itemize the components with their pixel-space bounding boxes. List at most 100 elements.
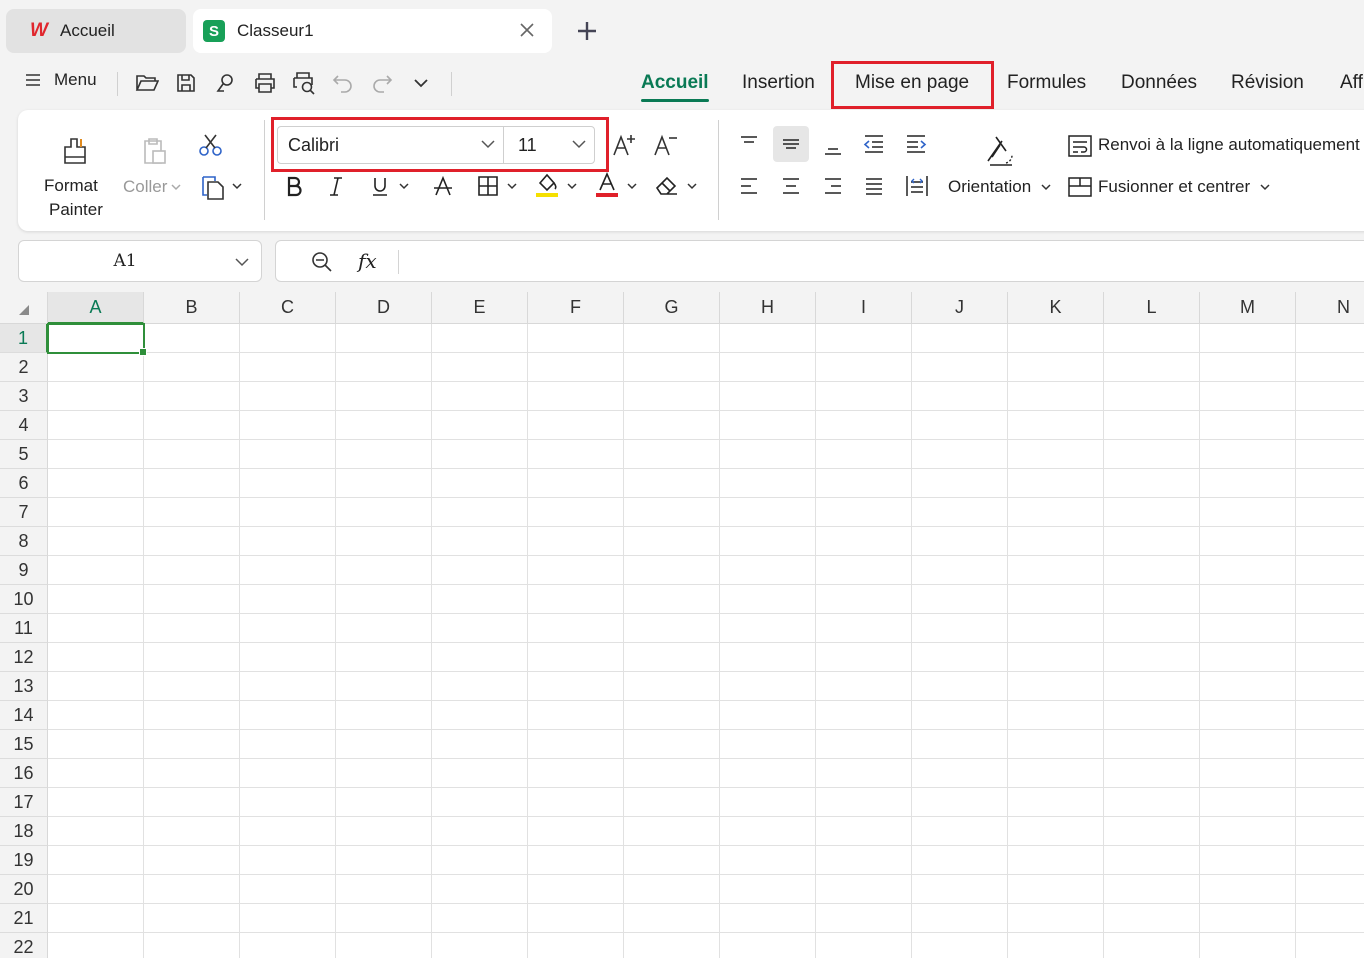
- borders-button[interactable]: [474, 172, 502, 200]
- tab-document[interactable]: S Classeur1: [193, 9, 552, 53]
- column-header-n[interactable]: N: [1296, 292, 1364, 324]
- column-header-m[interactable]: M: [1200, 292, 1296, 324]
- increase-font-button[interactable]: [609, 130, 639, 160]
- row-header-22[interactable]: 22: [0, 933, 48, 958]
- column-header-i[interactable]: I: [816, 292, 912, 324]
- wrap-text-label[interactable]: Renvoi à la ligne automatiquement: [1098, 135, 1360, 155]
- row-header-20[interactable]: 20: [0, 875, 48, 904]
- row-header-18[interactable]: 18: [0, 817, 48, 846]
- orientation-label[interactable]: Orientation: [948, 177, 1031, 197]
- menu-button[interactable]: Menu: [26, 70, 97, 90]
- print-preview-button[interactable]: [291, 70, 317, 96]
- customize-toolbar-button[interactable]: [408, 70, 434, 96]
- tab-formules[interactable]: Formules: [1007, 72, 1086, 94]
- chevron-down-icon[interactable]: [1260, 183, 1270, 191]
- tab-accueil[interactable]: Accueil: [641, 72, 709, 102]
- italic-button[interactable]: [323, 172, 349, 200]
- clear-button[interactable]: [653, 172, 681, 200]
- merge-center-button[interactable]: [1066, 173, 1094, 201]
- row-header-8[interactable]: 8: [0, 527, 48, 556]
- cut-button[interactable]: [196, 130, 226, 160]
- name-box[interactable]: A1: [18, 240, 262, 282]
- column-header-a[interactable]: A: [48, 292, 144, 324]
- row-header-3[interactable]: 3: [0, 382, 48, 411]
- export-button[interactable]: [212, 70, 238, 96]
- chevron-down-icon[interactable]: [687, 182, 697, 190]
- column-header-f[interactable]: F: [528, 292, 624, 324]
- chevron-down-icon[interactable]: [567, 182, 577, 190]
- merge-center-label[interactable]: Fusionner et centrer: [1098, 177, 1250, 197]
- row-header-1[interactable]: 1: [0, 324, 48, 353]
- row-header-15[interactable]: 15: [0, 730, 48, 759]
- row-header-10[interactable]: 10: [0, 585, 48, 614]
- row-header-21[interactable]: 21: [0, 904, 48, 933]
- cell-area[interactable]: [48, 324, 1364, 958]
- column-header-k[interactable]: K: [1008, 292, 1104, 324]
- row-header-6[interactable]: 6: [0, 469, 48, 498]
- row-header-9[interactable]: 9: [0, 556, 48, 585]
- align-left-button[interactable]: [735, 172, 763, 200]
- column-header-h[interactable]: H: [720, 292, 816, 324]
- column-header-l[interactable]: L: [1104, 292, 1200, 324]
- column-header-e[interactable]: E: [432, 292, 528, 324]
- paste-button[interactable]: [136, 134, 170, 168]
- redo-button[interactable]: [369, 70, 395, 96]
- chevron-down-icon[interactable]: [235, 257, 249, 267]
- chevron-down-icon[interactable]: [399, 182, 409, 190]
- tab-home[interactable]: W Accueil: [6, 9, 186, 53]
- column-header-g[interactable]: G: [624, 292, 720, 324]
- row-header-19[interactable]: 19: [0, 846, 48, 875]
- row-header-14[interactable]: 14: [0, 701, 48, 730]
- underline-button[interactable]: [367, 172, 393, 200]
- copy-button[interactable]: [198, 172, 228, 202]
- strikethrough-button[interactable]: [430, 172, 456, 200]
- bold-button[interactable]: [281, 172, 307, 200]
- chevron-down-icon[interactable]: [627, 182, 637, 190]
- undo-button[interactable]: [330, 70, 356, 96]
- wrap-text-button[interactable]: [1066, 132, 1094, 160]
- chevron-down-icon[interactable]: [232, 182, 242, 190]
- row-header-7[interactable]: 7: [0, 498, 48, 527]
- align-right-button[interactable]: [819, 172, 847, 200]
- row-header-11[interactable]: 11: [0, 614, 48, 643]
- save-button[interactable]: [173, 70, 199, 96]
- column-header-c[interactable]: C: [240, 292, 336, 324]
- distributed-button[interactable]: [902, 172, 932, 200]
- fx-icon[interactable]: fx: [358, 249, 377, 273]
- tab-donnees[interactable]: Données: [1121, 72, 1197, 94]
- open-button[interactable]: [134, 70, 160, 96]
- column-header-j[interactable]: J: [912, 292, 1008, 324]
- decrease-indent-button[interactable]: [860, 130, 888, 158]
- column-header-b[interactable]: B: [144, 292, 240, 324]
- chevron-down-icon[interactable]: [171, 183, 181, 191]
- fill-color-button[interactable]: [533, 170, 561, 200]
- format-painter-button[interactable]: [58, 134, 92, 168]
- select-all-corner[interactable]: [0, 292, 48, 324]
- active-cell[interactable]: [47, 323, 147, 356]
- decrease-font-button[interactable]: [650, 130, 680, 160]
- column-header-d[interactable]: D: [336, 292, 432, 324]
- tab-affichage[interactable]: Aff: [1340, 72, 1363, 94]
- print-button[interactable]: [252, 70, 278, 96]
- row-header-13[interactable]: 13: [0, 672, 48, 701]
- increase-indent-button[interactable]: [902, 130, 930, 158]
- align-bottom-button[interactable]: [819, 132, 847, 160]
- chevron-down-icon[interactable]: [507, 182, 517, 190]
- chevron-down-icon[interactable]: [1041, 183, 1051, 191]
- tab-revision[interactable]: Révision: [1231, 72, 1304, 94]
- zoom-icon[interactable]: [310, 250, 334, 274]
- align-middle-button[interactable]: [777, 130, 805, 158]
- row-header-12[interactable]: 12: [0, 643, 48, 672]
- close-icon[interactable]: [516, 19, 538, 41]
- row-header-5[interactable]: 5: [0, 440, 48, 469]
- row-header-16[interactable]: 16: [0, 759, 48, 788]
- row-header-4[interactable]: 4: [0, 411, 48, 440]
- row-header-17[interactable]: 17: [0, 788, 48, 817]
- row-header-2[interactable]: 2: [0, 353, 48, 382]
- align-center-button[interactable]: [777, 172, 805, 200]
- align-top-button[interactable]: [735, 130, 763, 158]
- font-color-button[interactable]: [593, 170, 621, 200]
- tab-insertion[interactable]: Insertion: [742, 72, 815, 94]
- orientation-button[interactable]: [981, 132, 1019, 170]
- plus-icon[interactable]: [574, 18, 600, 44]
